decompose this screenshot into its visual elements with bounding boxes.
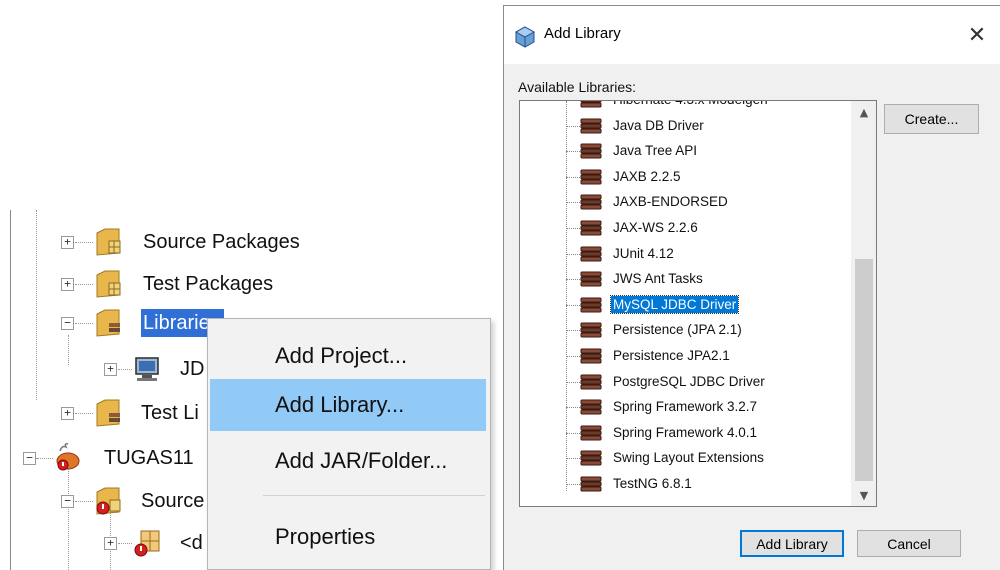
library-name: JAXB 2.2.5: [613, 168, 681, 184]
library-name: MySQL JDBC Driver: [609, 294, 740, 314]
menu-item-add-project[interactable]: Add Project...: [210, 330, 486, 382]
jdk-computer-icon: [135, 357, 159, 381]
dialog-titlebar[interactable]: Add Library ✕: [504, 6, 1000, 64]
library-list-item[interactable]: JAX-WS 2.2.6: [520, 216, 850, 241]
library-jar-icon: [580, 118, 602, 134]
tree-node-label: JD: [180, 358, 205, 380]
dialog-title: Add Library: [544, 25, 621, 42]
scroll-up-icon[interactable]: ▲: [851, 101, 876, 123]
tree-node-label: <d: [180, 532, 203, 554]
folder-packages-error-icon: [96, 487, 121, 515]
tree-node-source-packages[interactable]: + Source Packages: [0, 223, 320, 261]
library-list-item[interactable]: Java DB Driver: [520, 114, 850, 139]
library-list-item[interactable]: JUnit 4.12: [520, 242, 850, 267]
library-jar-icon: [580, 450, 602, 466]
library-list-item[interactable]: JWS Ant Tasks: [520, 267, 850, 292]
library-list-item[interactable]: JAXB 2.2.5: [520, 165, 850, 190]
folder-packages-icon: [96, 270, 121, 298]
tree-node-source-packages-error[interactable]: − Source: [0, 482, 210, 520]
library-jar-icon: [580, 476, 602, 492]
library-name: JUnit 4.12: [613, 245, 674, 261]
collapse-icon[interactable]: −: [23, 452, 36, 465]
library-name: JAXB-ENDORSED: [613, 194, 728, 210]
tree-node-label: Source: [141, 490, 205, 512]
library-name: Java DB Driver: [613, 117, 704, 133]
library-list-item[interactable]: MySQL JDBC Driver: [520, 293, 850, 318]
close-icon[interactable]: ✕: [954, 6, 1000, 64]
folder-packages-icon: [96, 228, 121, 256]
library-jar-icon: [580, 101, 602, 108]
collapse-icon[interactable]: −: [61, 495, 74, 508]
library-name: JAX-WS 2.2.6: [613, 220, 698, 235]
library-jar-icon: [580, 425, 602, 441]
collapse-icon[interactable]: −: [61, 317, 74, 330]
library-jar-icon: [580, 271, 602, 287]
folder-libraries-icon: [96, 399, 120, 427]
tree-node-project-tugas11[interactable]: − TUGAS11: [0, 439, 210, 477]
library-name: Swing Layout Extensions: [613, 450, 764, 466]
library-list-item[interactable]: Swing Layout Extensions: [520, 446, 850, 471]
library-name: PostgreSQL JDBC Driver: [613, 373, 765, 389]
expand-icon[interactable]: +: [104, 537, 117, 550]
library-jar-icon: [580, 374, 602, 390]
expand-icon[interactable]: +: [61, 278, 74, 291]
library-name: Spring Framework 3.2.7: [613, 399, 758, 415]
library-jar-icon: [580, 322, 602, 338]
library-list-item[interactable]: Spring Framework 4.0.1: [520, 421, 850, 446]
library-list-item[interactable]: Hibernate 4.3.x Modelgen: [520, 101, 850, 113]
scroll-down-icon[interactable]: ▼: [851, 484, 876, 506]
tree-node-label: Source Packages: [143, 231, 300, 253]
library-list-item[interactable]: Persistence JPA2.1: [520, 344, 850, 369]
library-jar-icon: [580, 143, 602, 159]
tree-node-jdk[interactable]: + JD: [0, 350, 210, 388]
netbeans-cube-icon: [514, 26, 536, 48]
tree-node-default-package[interactable]: + <d: [0, 524, 210, 562]
tree-node-label: TUGAS11: [104, 447, 194, 469]
library-jar-icon: [580, 348, 602, 364]
create-button[interactable]: Create...: [884, 104, 979, 134]
library-jar-icon: [580, 246, 602, 262]
add-library-dialog: Add Library ✕ Available Libraries: Hiber…: [503, 5, 1000, 570]
tree-node-label: Test Packages: [143, 273, 274, 295]
library-list-item[interactable]: JAXB-ENDORSED: [520, 190, 850, 215]
menu-separator: [263, 495, 485, 496]
library-list-item[interactable]: Spring Framework 3.2.7: [520, 395, 850, 420]
library-list-item[interactable]: PostgreSQL JDBC Driver: [520, 370, 850, 395]
library-name: Persistence JPA2.1: [613, 348, 730, 363]
tree-node-test-libraries[interactable]: + Test Li: [0, 394, 210, 432]
library-list-item[interactable]: Persistence (JPA 2.1): [520, 318, 850, 343]
list-scrollbar[interactable]: ▲ ▼: [851, 101, 876, 506]
cancel-button[interactable]: Cancel: [857, 530, 961, 557]
expand-icon[interactable]: +: [104, 363, 117, 376]
library-jar-icon: [580, 297, 602, 313]
library-jar-icon: [580, 194, 602, 210]
menu-item-add-library[interactable]: Add Library...: [210, 379, 486, 431]
libraries-list[interactable]: Hibernate 4.3.x Modelgen Java DB Driver Ja…: [519, 100, 877, 507]
project-coffee-icon: [56, 443, 80, 471]
expand-icon[interactable]: +: [61, 236, 74, 249]
available-libraries-label: Available Libraries:: [518, 79, 637, 95]
library-name: Persistence (JPA 2.1): [613, 322, 742, 338]
folder-libraries-icon: [96, 309, 120, 337]
add-library-button[interactable]: Add Library: [740, 530, 844, 557]
library-jar-icon: [580, 169, 602, 185]
tree-node-test-packages[interactable]: + Test Packages: [0, 265, 320, 303]
library-list-item[interactable]: TestNG 6.8.1: [520, 472, 850, 497]
tree-node-label: Test Li: [141, 402, 199, 424]
menu-item-properties[interactable]: Properties: [210, 511, 486, 563]
library-name: TestNG 6.8.1: [613, 476, 692, 491]
library-name: Spring Framework 4.0.1: [613, 424, 758, 440]
menu-item-add-jar-folder[interactable]: Add JAR/Folder...: [210, 435, 486, 487]
library-jar-icon: [580, 399, 602, 415]
expand-icon[interactable]: +: [61, 407, 74, 420]
library-name: Java Tree API: [613, 143, 698, 159]
library-list-item[interactable]: Java Tree API: [520, 139, 850, 164]
context-menu: Add Project... Add Library... Add JAR/Fo…: [207, 318, 491, 570]
scroll-thumb[interactable]: [855, 259, 873, 481]
library-name: Hibernate 4.3.x Modelgen: [611, 101, 770, 108]
package-error-icon: [134, 530, 160, 557]
library-name: JWS Ant Tasks: [613, 271, 703, 287]
library-jar-icon: [580, 220, 602, 236]
